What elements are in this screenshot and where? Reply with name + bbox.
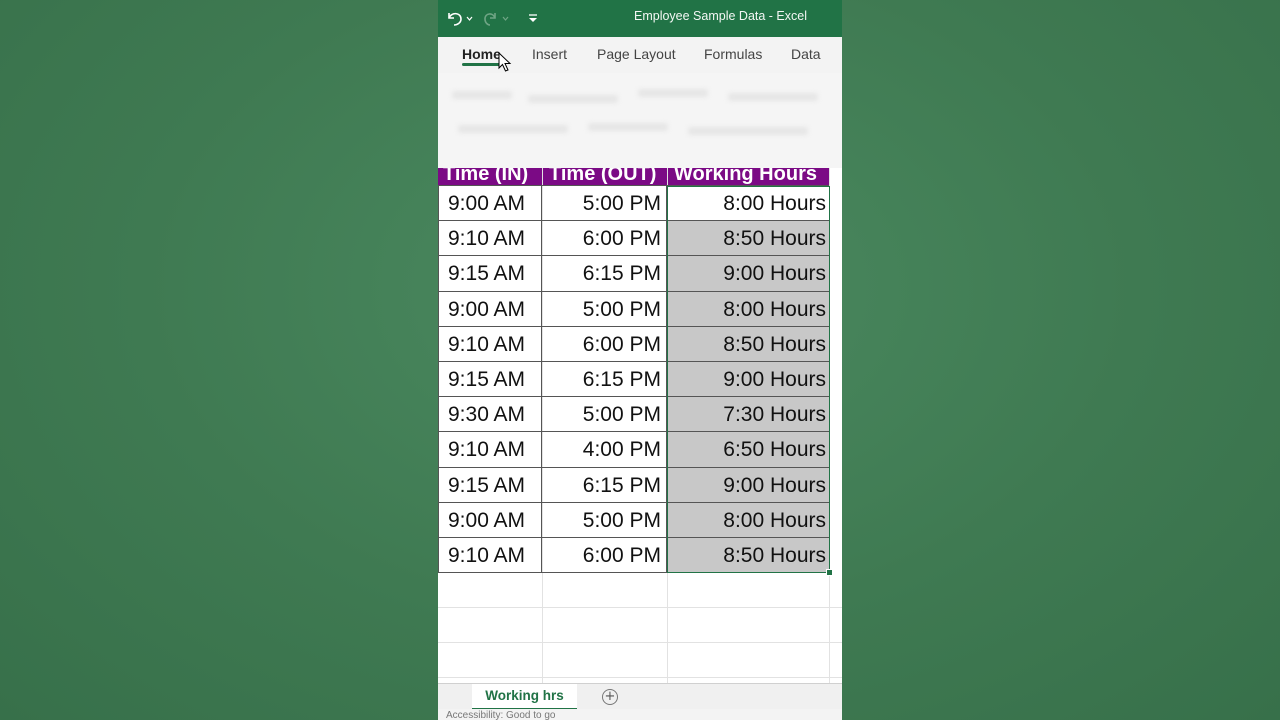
sheet-tab-bar: Working hrs + [438, 683, 842, 710]
cell-time-out[interactable]: 4:00 PM [542, 432, 667, 467]
cell-time-out[interactable]: 5:00 PM [542, 503, 667, 538]
cell-working-hours[interactable]: 8:50 Hours [667, 327, 829, 362]
cell-time-in[interactable]: 9:00 AM [438, 503, 542, 538]
tab-formulas[interactable]: Formulas [704, 46, 762, 62]
cell-working-hours[interactable]: 8:50 Hours [667, 221, 829, 256]
accessibility-status: Accessibility: Good to go [446, 710, 556, 720]
excel-window: Employee Sample Data - Excel Home Insert… [438, 0, 842, 720]
redo-icon[interactable] [482, 9, 512, 27]
cell-time-in[interactable]: 9:15 AM [438, 256, 542, 291]
tab-insert[interactable]: Insert [532, 46, 567, 62]
title-bar: Employee Sample Data - Excel [438, 0, 842, 37]
header-time-out[interactable]: Time (OUT) [543, 168, 667, 185]
cell-time-out[interactable]: 6:15 PM [542, 468, 667, 503]
cell-time-out[interactable]: 6:00 PM [542, 538, 667, 573]
cell-working-hours[interactable]: 9:00 Hours [667, 468, 829, 503]
cell-time-in[interactable]: 9:10 AM [438, 327, 542, 362]
undo-icon[interactable] [444, 9, 474, 27]
cell-time-out[interactable]: 6:15 PM [542, 256, 667, 291]
cell-time-in[interactable]: 9:00 AM [438, 186, 542, 221]
window-title: Employee Sample Data - Excel [634, 9, 807, 23]
customize-toolbar-icon[interactable] [526, 9, 540, 27]
status-bar: Accessibility: Good to go [438, 709, 842, 720]
tab-home[interactable]: Home [462, 46, 501, 62]
sheet-tab-working-hrs[interactable]: Working hrs [472, 684, 577, 710]
active-tab-indicator [462, 63, 502, 66]
cell-time-out[interactable]: 6:00 PM [542, 221, 667, 256]
cell-working-hours[interactable]: 8:00 Hours [667, 186, 829, 221]
cell-time-in[interactable]: 9:10 AM [438, 221, 542, 256]
fill-handle[interactable] [826, 569, 833, 576]
cell-working-hours[interactable]: 8:50 Hours [667, 538, 829, 573]
cell-working-hours[interactable]: 9:00 Hours [667, 362, 829, 397]
cell-time-in[interactable]: 9:15 AM [438, 468, 542, 503]
cell-time-out[interactable]: 5:00 PM [542, 292, 667, 327]
row-border [438, 572, 829, 573]
cell-working-hours[interactable]: 7:30 Hours [667, 397, 829, 432]
cell-time-out[interactable]: 6:15 PM [542, 362, 667, 397]
cell-time-in[interactable]: 9:30 AM [438, 397, 542, 432]
cell-time-out[interactable]: 5:00 PM [542, 397, 667, 432]
cell-time-in[interactable]: 9:10 AM [438, 432, 542, 467]
cell-time-out[interactable]: 6:00 PM [542, 327, 667, 362]
cell-working-hours[interactable]: 8:00 Hours [667, 292, 829, 327]
cell-time-in[interactable]: 9:10 AM [438, 538, 542, 573]
cell-time-in[interactable]: 9:00 AM [438, 292, 542, 327]
cell-working-hours[interactable]: 8:00 Hours [667, 503, 829, 538]
cell-working-hours[interactable]: 6:50 Hours [667, 432, 829, 467]
ribbon-commands-area [438, 73, 842, 168]
tab-page-layout[interactable]: Page Layout [597, 46, 676, 62]
worksheet-grid[interactable]: Time (IN) Time (OUT) Working Hours 9:00 … [438, 168, 842, 683]
header-working-hours[interactable]: Working Hours [668, 168, 829, 185]
cell-time-in[interactable]: 9:15 AM [438, 362, 542, 397]
header-time-in[interactable]: Time (IN) [438, 168, 542, 185]
tab-data[interactable]: Data [791, 46, 821, 62]
cell-time-out[interactable]: 5:00 PM [542, 186, 667, 221]
add-sheet-icon[interactable]: + [602, 689, 618, 705]
cell-working-hours[interactable]: 9:00 Hours [667, 256, 829, 291]
